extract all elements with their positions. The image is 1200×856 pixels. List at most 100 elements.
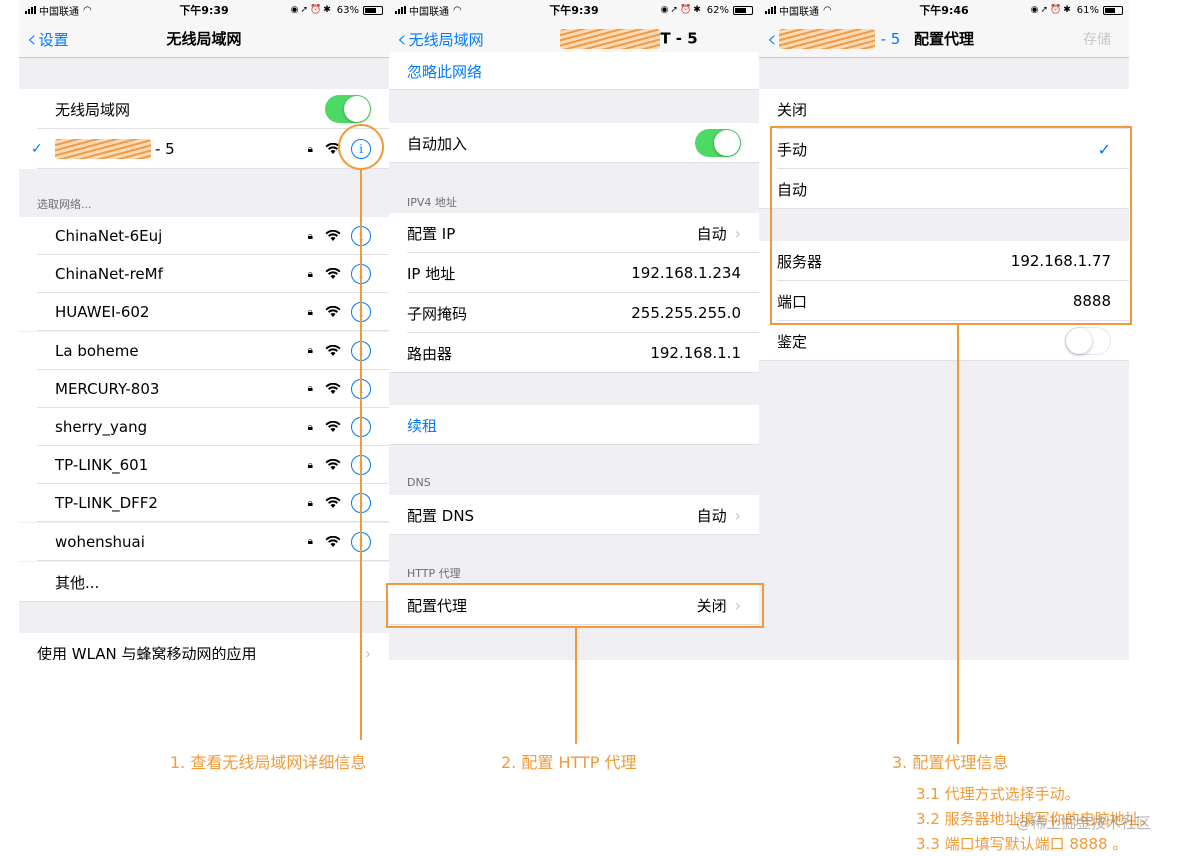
config-dns-label: 配置 DNS [407,506,475,525]
lock-icon: 🔒︎ [307,497,313,509]
network-name: TP-LINK_DFF2 [55,494,158,513]
battery-percent: 61% [1076,4,1099,16]
back-button[interactable]: ‹ 设置 [27,20,69,58]
ipv4-value: 自动 [696,224,727,243]
back-label: 无线局域网 [408,30,484,49]
wlan-switch[interactable] [325,95,371,123]
renew-lease-label: 续租 [407,416,438,435]
back-label: - 5 [880,30,901,48]
network-row[interactable]: ChinaNet-6Euj🔒︎i [19,217,389,255]
callout-line-1 [360,170,362,740]
other-network-row[interactable]: 其他... [19,562,389,602]
chevron-left-icon: ‹ [767,25,777,53]
info-highlight-circle [338,124,384,170]
callout-line-3 [957,325,959,744]
network-row[interactable]: wohenshuai🔒︎i [19,522,389,561]
renew-lease-row[interactable]: 续租 [389,405,759,445]
lock-icon: 🔒︎ [307,536,313,548]
network-row[interactable]: MERCURY-803🔒︎i [19,369,389,408]
network-row[interactable]: ChinaNet-reMf🔒︎i [19,255,389,294]
save-button[interactable]: 存储 [1083,20,1111,58]
wifi-signal-icon [325,306,341,318]
lock-icon: 🔒︎ [307,383,313,395]
ipv4-value: 192.168.1.234 [631,264,741,282]
battery-percent: 63% [336,4,359,16]
network-row[interactable]: La boheme🔒︎i [19,331,389,370]
signal-icon [25,6,36,14]
step2-caption: 2. 配置 HTTP 代理 [501,753,637,772]
page-title: 配置代理 [913,30,974,48]
wifi-status-icon: ◠ [823,4,832,16]
network-name: TP-LINK_601 [55,456,149,475]
choose-network-header: 选取网络... [37,198,92,211]
wifi-signal-icon [325,421,341,432]
lock-icon: 🔒︎ [307,459,313,471]
lock-icon: 🔒︎ [307,306,313,318]
network-detail-screen: 中国联通 ◠ 下午9:39 ◉➚⏰✱ 62% ‹ 无线局域网 T - 5 忽略此网… [389,0,759,660]
auth-row: 鉴定 [759,321,1129,361]
network-name: wohenshuai [55,532,145,551]
step1-caption: 1. 查看无线局域网详细信息 [170,753,367,772]
ipv4-row: IP 地址 192.168.1.234 [389,253,759,293]
network-name: MERCURY-803 [55,379,160,398]
carrier-label: 中国联通 [779,6,819,18]
config-dns-row[interactable]: 配置 DNS 自动 › [389,495,759,535]
redacted-network-name [560,28,661,49]
battery-percent: 62% [706,4,729,16]
ipv4-header: IPV4 地址 [407,196,457,209]
wlan-apps-label: 使用 WLAN 与蜂窝移动网的应用 [37,644,257,661]
proxy-config-highlight-box [770,126,1132,325]
auto-join-row: 自动加入 [389,123,759,163]
connected-network-row[interactable]: ✓ - 5 🔒︎ i [19,129,389,169]
watermark: @稀土掘金技术社区 [1016,814,1152,832]
back-button[interactable]: ‹ - 5 [767,20,900,58]
status-bar: 中国联通 ◠ 下午9:39 ◉➚⏰✱ 63% [19,0,389,20]
chevron-right-icon: › [734,505,741,525]
other-network-label: 其他... [55,573,100,592]
forget-network-row[interactable]: 忽略此网络 [389,52,759,90]
status-bar: 中国联通 ◠ 下午9:46 ◉➚⏰✱ 61% [759,0,1129,20]
status-icons: ◉➚⏰✱ [660,5,703,15]
step3-1-caption: 3.1 代理方式选择手动。 [916,785,1080,803]
redacted-network-name [778,29,875,49]
battery-icon [733,5,753,15]
ipv4-label: IP 地址 [407,264,456,283]
step3-caption: 3. 配置代理信息 [892,753,1009,772]
config-dns-value: 自动 [696,506,727,525]
wifi-status-icon: ◠ [453,4,462,16]
wifi-signal-icon [325,268,341,280]
chevron-right-icon: › [734,223,741,243]
page: 中国联通 ◠ 下午9:39 ◉➚⏰✱ 63% ‹ 设置 无线局域网 无线局域网 ✓… [0,0,1200,856]
carrier-label: 中国联通 [39,6,79,18]
network-row[interactable]: sherry_yang🔒︎i [19,408,389,446]
status-icons: ◉➚⏰✱ [290,5,333,15]
carrier-label: 中国联通 [409,6,449,18]
wifi-signal-icon [325,230,341,241]
auto-join-switch[interactable] [695,129,741,157]
signal-icon [765,6,776,14]
chevron-right-icon: › [364,643,371,661]
ipv4-value: 192.168.1.1 [650,344,741,362]
dns-header: DNS [407,476,431,489]
auth-switch[interactable] [1065,327,1111,355]
title-suffix: T - 5 [660,29,698,47]
ipv4-row[interactable]: 配置 IP 自动 › [389,213,759,253]
back-label: 设置 [38,30,69,49]
network-row[interactable]: TP-LINK_601🔒︎i [19,446,389,485]
wlan-apps-row[interactable]: 使用 WLAN 与蜂窝移动网的应用 › [19,633,389,660]
network-row[interactable]: HUAWEI-602🔒︎i [19,293,389,332]
network-row[interactable]: TP-LINK_DFF2🔒︎i [19,484,389,523]
auto-join-label: 自动加入 [407,134,468,153]
wlan-toggle-row: 无线局域网 [19,89,389,129]
page-title: T - 5 [560,28,698,49]
network-name: ChinaNet-reMf [55,265,163,284]
wifi-signal-icon [325,382,341,394]
lock-icon: 🔒︎ [307,345,313,357]
proxy-off-row[interactable]: 关闭 [759,89,1129,129]
ipv4-label: 子网掩码 [407,304,468,323]
status-bar: 中国联通 ◠ 下午9:39 ◉➚⏰✱ 62% [389,0,759,20]
auth-label: 鉴定 [777,332,808,351]
wifi-signal-icon [325,497,341,509]
ipv4-row: 路由器 192.168.1.1 [389,333,759,373]
http-proxy-header: HTTP 代理 [407,567,461,580]
